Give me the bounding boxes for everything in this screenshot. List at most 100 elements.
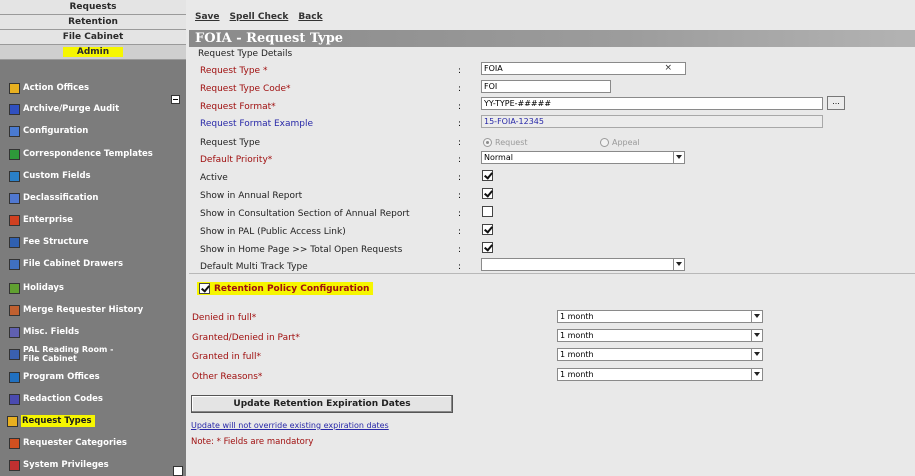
section-title: Request Type Details — [198, 49, 293, 59]
sidebar-item-label: Merge Requester History — [23, 305, 144, 315]
request-type-label: Request Type * — [200, 66, 268, 76]
colon: : — [458, 245, 462, 255]
nav-admin[interactable]: Admin — [0, 45, 186, 60]
back-link[interactable]: Back — [298, 12, 322, 22]
other-reasons-select[interactable]: 1 month — [557, 368, 763, 381]
appeal-radio[interactable] — [600, 138, 609, 147]
chevron-down-icon — [751, 330, 762, 341]
sidebar-item-file-cabinet-drawers[interactable]: File Cabinet Drawers — [0, 255, 186, 273]
show-pal-checkbox[interactable] — [482, 224, 493, 235]
request-type-value: FOIA — [484, 64, 503, 73]
chevron-down-icon — [673, 259, 684, 270]
sidebar-item-holidays[interactable]: Holidays — [0, 279, 186, 297]
request-type-field[interactable]: FOIA × — [481, 62, 686, 75]
sidebar-item-label: Program Offices — [23, 372, 100, 382]
enterprise-icon — [9, 214, 20, 226]
show-annual-report-checkbox[interactable] — [482, 188, 493, 199]
collapse-icon[interactable] — [171, 95, 180, 104]
sidebar-item-enterprise[interactable]: Enterprise — [0, 211, 186, 229]
sidebar-item-label: Request Types — [21, 415, 95, 427]
custom-fields-icon — [9, 170, 20, 182]
update-retention-button[interactable]: Update Retention Expiration Dates — [191, 395, 453, 413]
request-radio-label: Request — [495, 138, 528, 147]
default-multi-track-select[interactable] — [481, 258, 685, 271]
active-checkbox[interactable] — [482, 170, 493, 181]
sidebar-item-program-offices[interactable]: Program Offices — [0, 368, 186, 386]
sidebar-item-pal-reading-room[interactable]: PAL Reading Room - File Cabinet — [0, 343, 186, 365]
sidebar-item-label: Fee Structure — [23, 237, 89, 247]
request-type-kind-label: Request Type — [200, 138, 261, 148]
granted-in-full-value: 1 month — [560, 350, 594, 359]
fee-structure-icon — [9, 236, 20, 248]
nav-admin-label: Admin — [62, 47, 124, 57]
sidebar-item-label: System Privileges — [23, 460, 109, 470]
sidebar-item-fee-structure[interactable]: Fee Structure — [0, 233, 186, 251]
colon: : — [458, 155, 462, 165]
colon: : — [458, 66, 462, 76]
colon: : — [458, 84, 462, 94]
denied-in-full-value: 1 month — [560, 312, 594, 321]
request-format-field[interactable]: YY-TYPE-##### — [481, 97, 823, 110]
request-format-example-field: 15-FOIA-12345 — [481, 115, 823, 128]
format-builder-button[interactable]: ... — [827, 96, 845, 110]
request-type-code-field[interactable]: FOI — [481, 80, 611, 93]
default-priority-label: Default Priority* — [200, 155, 273, 165]
request-format-label: Request Format* — [200, 102, 276, 112]
merge-icon — [9, 304, 20, 316]
colon: : — [458, 191, 462, 201]
sidebar-item-correspondence-templates[interactable]: Correspondence Templates — [0, 145, 186, 163]
sidebar-item-redaction-codes[interactable]: Redaction Codes — [0, 390, 186, 408]
show-consultation-label: Show in Consultation Section of Annual R… — [200, 209, 410, 219]
clear-icon[interactable]: × — [664, 63, 672, 74]
holidays-icon — [9, 282, 20, 294]
sidebar-item-label: Archive/Purge Audit — [23, 104, 120, 114]
nav-file-cabinet[interactable]: File Cabinet — [0, 30, 186, 45]
denied-in-full-select[interactable]: 1 month — [557, 310, 763, 323]
sidebar-item-system-privileges[interactable]: System Privileges — [0, 456, 186, 474]
sidebar-item-archive-purge-audit[interactable]: Archive/Purge Audit — [0, 100, 186, 118]
sidebar-item-declassification[interactable]: Declassification — [0, 189, 186, 207]
mandatory-note: Note: * Fields are mandatory — [191, 437, 314, 447]
colon: : — [458, 138, 462, 148]
sidebar-item-label: PAL Reading Room - File Cabinet — [23, 345, 114, 363]
sidebar-item-label: Misc. Fields — [23, 327, 80, 337]
request-format-example-label: Request Format Example — [200, 119, 314, 129]
chevron-down-icon — [751, 311, 762, 322]
action-offices-icon — [9, 82, 20, 94]
file-cabinet-icon — [9, 258, 20, 270]
sidebar-item-merge-requester-history[interactable]: Merge Requester History — [0, 301, 186, 319]
sidebar-item-requester-categories[interactable]: Requester Categories — [0, 434, 186, 452]
sidebar-item-custom-fields[interactable]: Custom Fields — [0, 167, 186, 185]
show-pal-label: Show in PAL (Public Access Link) — [200, 227, 346, 237]
configuration-icon — [9, 125, 20, 137]
spell-check-link[interactable]: Spell Check — [230, 12, 289, 22]
default-priority-select[interactable]: Normal — [481, 151, 685, 164]
granted-in-full-select[interactable]: 1 month — [557, 348, 763, 361]
show-home-page-checkbox[interactable] — [482, 242, 493, 253]
retention-policy-config[interactable]: Retention Policy Configuration — [197, 282, 374, 295]
granted-denied-in-part-select[interactable]: 1 month — [557, 329, 763, 342]
scroll-down-button[interactable] — [173, 466, 183, 476]
system-privileges-icon — [9, 459, 20, 471]
nav-retention[interactable]: Retention — [0, 15, 186, 30]
chevron-down-icon — [751, 349, 762, 360]
denied-in-full-label: Denied in full* — [192, 313, 257, 323]
archive-icon — [9, 103, 20, 115]
sidebar-item-misc-fields[interactable]: Misc. Fields — [0, 323, 186, 341]
other-reasons-label: Other Reasons* — [192, 372, 263, 382]
retention-policy-label: Retention Policy Configuration — [214, 283, 370, 294]
granted-denied-in-part-label: Granted/Denied in Part* — [192, 333, 300, 343]
requester-categories-icon — [9, 437, 20, 449]
main-panel: Save Spell Check Back FOIA - Request Typ… — [186, 0, 915, 476]
request-radio[interactable] — [483, 138, 492, 147]
save-link[interactable]: Save — [195, 12, 220, 22]
show-consultation-checkbox[interactable] — [482, 206, 493, 217]
sidebar-item-action-offices[interactable]: Action Offices — [0, 79, 186, 97]
other-reasons-value: 1 month — [560, 370, 594, 379]
retention-policy-checkbox[interactable] — [199, 283, 210, 294]
nav-requests[interactable]: Requests — [0, 0, 186, 15]
sidebar-item-request-types[interactable]: Request Types — [0, 412, 186, 430]
sidebar-item-configuration[interactable]: Configuration — [0, 122, 186, 140]
sidebar-item-label: Declassification — [23, 193, 99, 203]
sidebar-item-label: Correspondence Templates — [23, 149, 153, 159]
